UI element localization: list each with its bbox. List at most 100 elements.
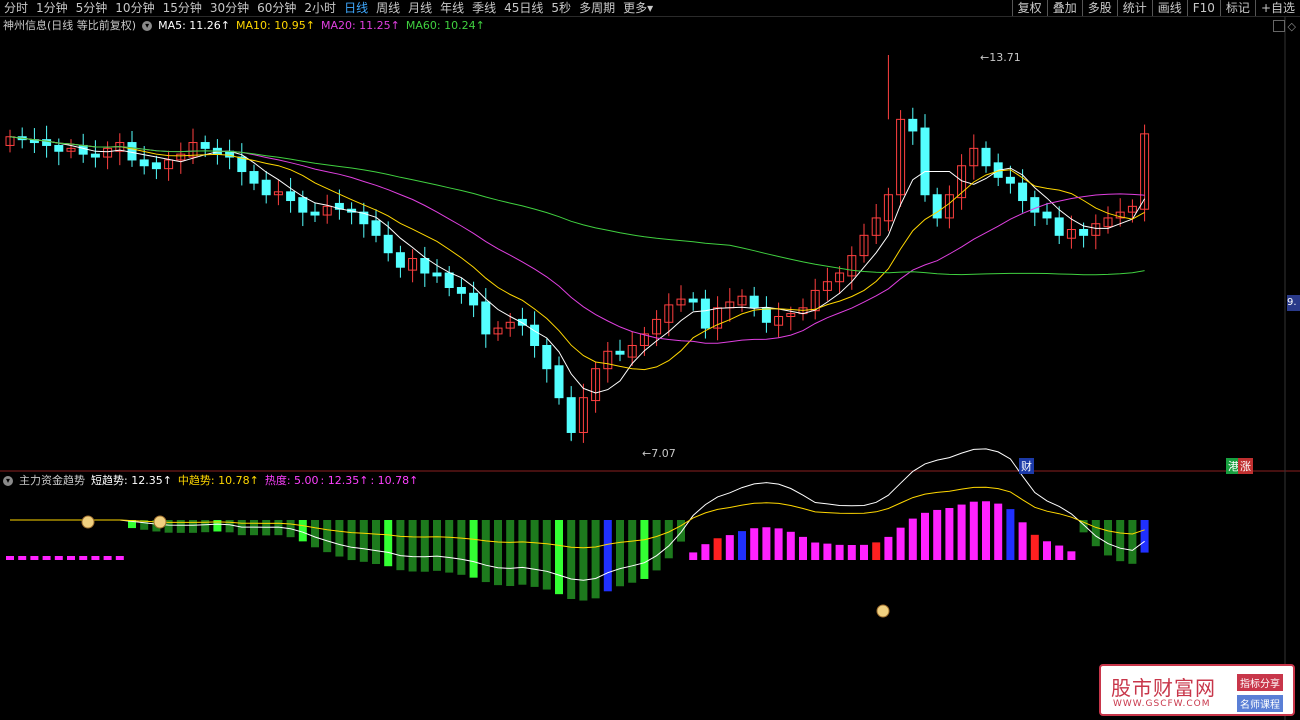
fund-bar xyxy=(323,520,332,553)
fund-bar xyxy=(750,528,759,560)
candle-body xyxy=(383,234,393,254)
fund-bar xyxy=(555,520,563,595)
candle-body xyxy=(749,295,759,309)
fund-bar xyxy=(908,518,917,560)
fund-bar xyxy=(860,544,868,560)
candle-body xyxy=(530,324,540,346)
candle-body xyxy=(469,292,479,306)
fund-bar xyxy=(1006,509,1015,560)
fund-bar xyxy=(54,556,63,560)
money-bag-icon xyxy=(81,515,95,529)
period-tab[interactable]: 30分钟 xyxy=(206,0,253,16)
period-tab[interactable]: 分时 xyxy=(0,0,32,16)
candle-body xyxy=(139,159,149,167)
period-tab[interactable]: 年线 xyxy=(436,0,468,16)
period-tab[interactable]: 周线 xyxy=(372,0,404,16)
period-tab[interactable]: 月线 xyxy=(404,0,436,16)
fund-bar xyxy=(372,520,380,565)
fund-bar xyxy=(542,520,551,590)
indicator-settings-icon[interactable]: ▾ xyxy=(3,475,13,486)
fund-trend-bars xyxy=(6,501,1149,601)
period-tab[interactable]: 5分钟 xyxy=(72,0,112,16)
fund-bar xyxy=(506,520,515,587)
right-axis-price-tag: 9. xyxy=(1287,295,1300,311)
candle-body xyxy=(700,298,710,329)
left-arrow-icon: ← xyxy=(642,447,652,460)
period-tab[interactable]: 日线 xyxy=(340,0,372,16)
moving-average-lines xyxy=(9,136,1146,394)
fund-bar xyxy=(1055,545,1064,560)
candle-body xyxy=(1042,211,1052,219)
money-bag-icon xyxy=(153,515,167,529)
toolbar-button[interactable]: 统计 xyxy=(1116,0,1152,16)
toolbar-button[interactable]: 复权 xyxy=(1011,0,1047,16)
period-tab[interactable]: 10分钟 xyxy=(111,0,158,16)
fund-bar xyxy=(384,520,393,567)
candle-body xyxy=(151,162,161,170)
stock-chart[interactable] xyxy=(0,0,1300,720)
period-tab[interactable]: 15分钟 xyxy=(159,0,206,16)
fund-bar xyxy=(652,520,661,571)
financial-badge[interactable]: 财 xyxy=(1019,458,1034,474)
left-arrow-icon: ← xyxy=(980,51,990,64)
fund-bar xyxy=(957,504,966,560)
period-tab[interactable]: 45日线 xyxy=(500,0,547,16)
ma5-line xyxy=(9,136,1146,394)
fund-bar xyxy=(945,508,954,560)
candle-body xyxy=(908,118,918,132)
ma60-line xyxy=(9,136,1145,276)
fund-bar xyxy=(884,536,893,560)
fund-bar xyxy=(713,538,722,560)
toolbar-button[interactable]: 画线 xyxy=(1151,0,1187,16)
fund-bar xyxy=(1104,520,1112,556)
fund-bar xyxy=(823,543,832,560)
period-tab[interactable]: 60分钟 xyxy=(253,0,300,16)
toolbar-button[interactable]: 叠加 xyxy=(1046,0,1082,16)
high-value: 13.71 xyxy=(989,51,1021,64)
fund-bar xyxy=(433,520,441,571)
fund-bar xyxy=(42,556,51,560)
fund-bar xyxy=(1140,520,1149,553)
candle-body xyxy=(456,287,466,294)
candle-body xyxy=(1018,182,1028,202)
toolbar-button[interactable]: 标记 xyxy=(1219,0,1255,16)
fund-bar xyxy=(335,520,344,557)
heat-value-2: : 10.78↑ xyxy=(370,474,419,487)
fund-bar xyxy=(457,520,466,575)
candle-body xyxy=(554,365,564,399)
period-tab[interactable]: 5秒 xyxy=(547,0,575,16)
toolbar-button[interactable]: +自选 xyxy=(1254,0,1300,16)
fund-bar xyxy=(359,520,368,562)
limit-up-badge[interactable]: 涨 xyxy=(1238,458,1253,474)
high-price-label: ←13.71 xyxy=(980,51,1021,64)
toolbar-button[interactable]: 多股 xyxy=(1081,0,1117,16)
candle-body xyxy=(127,142,137,161)
candle-body xyxy=(981,147,991,167)
right-tools: 复权 叠加 多股 统计 画线 F10 标记 +自选 xyxy=(1011,0,1300,16)
diamond-icon[interactable]: ◇ xyxy=(1288,20,1296,33)
candle-body xyxy=(1079,229,1089,236)
candle-body xyxy=(542,344,552,370)
candle-body xyxy=(200,142,210,149)
period-tab[interactable]: 1分钟 xyxy=(32,0,72,16)
period-tab[interactable]: 更多▾ xyxy=(619,0,657,16)
mid-trend-label: 中趋势: 10.78↑ xyxy=(177,474,259,487)
candle-body xyxy=(286,191,296,202)
short-trend-label: 短趋势: 12.35↑ xyxy=(91,474,172,487)
ma20-line xyxy=(9,136,1145,344)
fund-bar xyxy=(518,520,527,585)
watermark-title: 股市财富网 xyxy=(1111,676,1216,700)
period-tab[interactable]: 2小时 xyxy=(300,0,340,16)
candle-body xyxy=(432,272,442,277)
toolbar-button[interactable]: F10 xyxy=(1186,0,1220,16)
fund-bar xyxy=(603,520,612,592)
settings-circle-icon[interactable]: ▾ xyxy=(142,20,153,31)
fund-bar xyxy=(689,552,698,560)
scroll-box-icon[interactable] xyxy=(1273,20,1285,32)
candle-body xyxy=(395,252,405,268)
period-tabs: 分时 1分钟 5分钟 10分钟 15分钟 30分钟 60分钟 2小时 日线 周线 月线 年线 季线 45日… xyxy=(0,0,657,16)
fund-bar xyxy=(628,520,637,583)
period-tab[interactable]: 多周期 xyxy=(575,0,619,16)
heat-label: 热度: 5.00 xyxy=(264,474,319,487)
period-tab[interactable]: 季线 xyxy=(468,0,500,16)
